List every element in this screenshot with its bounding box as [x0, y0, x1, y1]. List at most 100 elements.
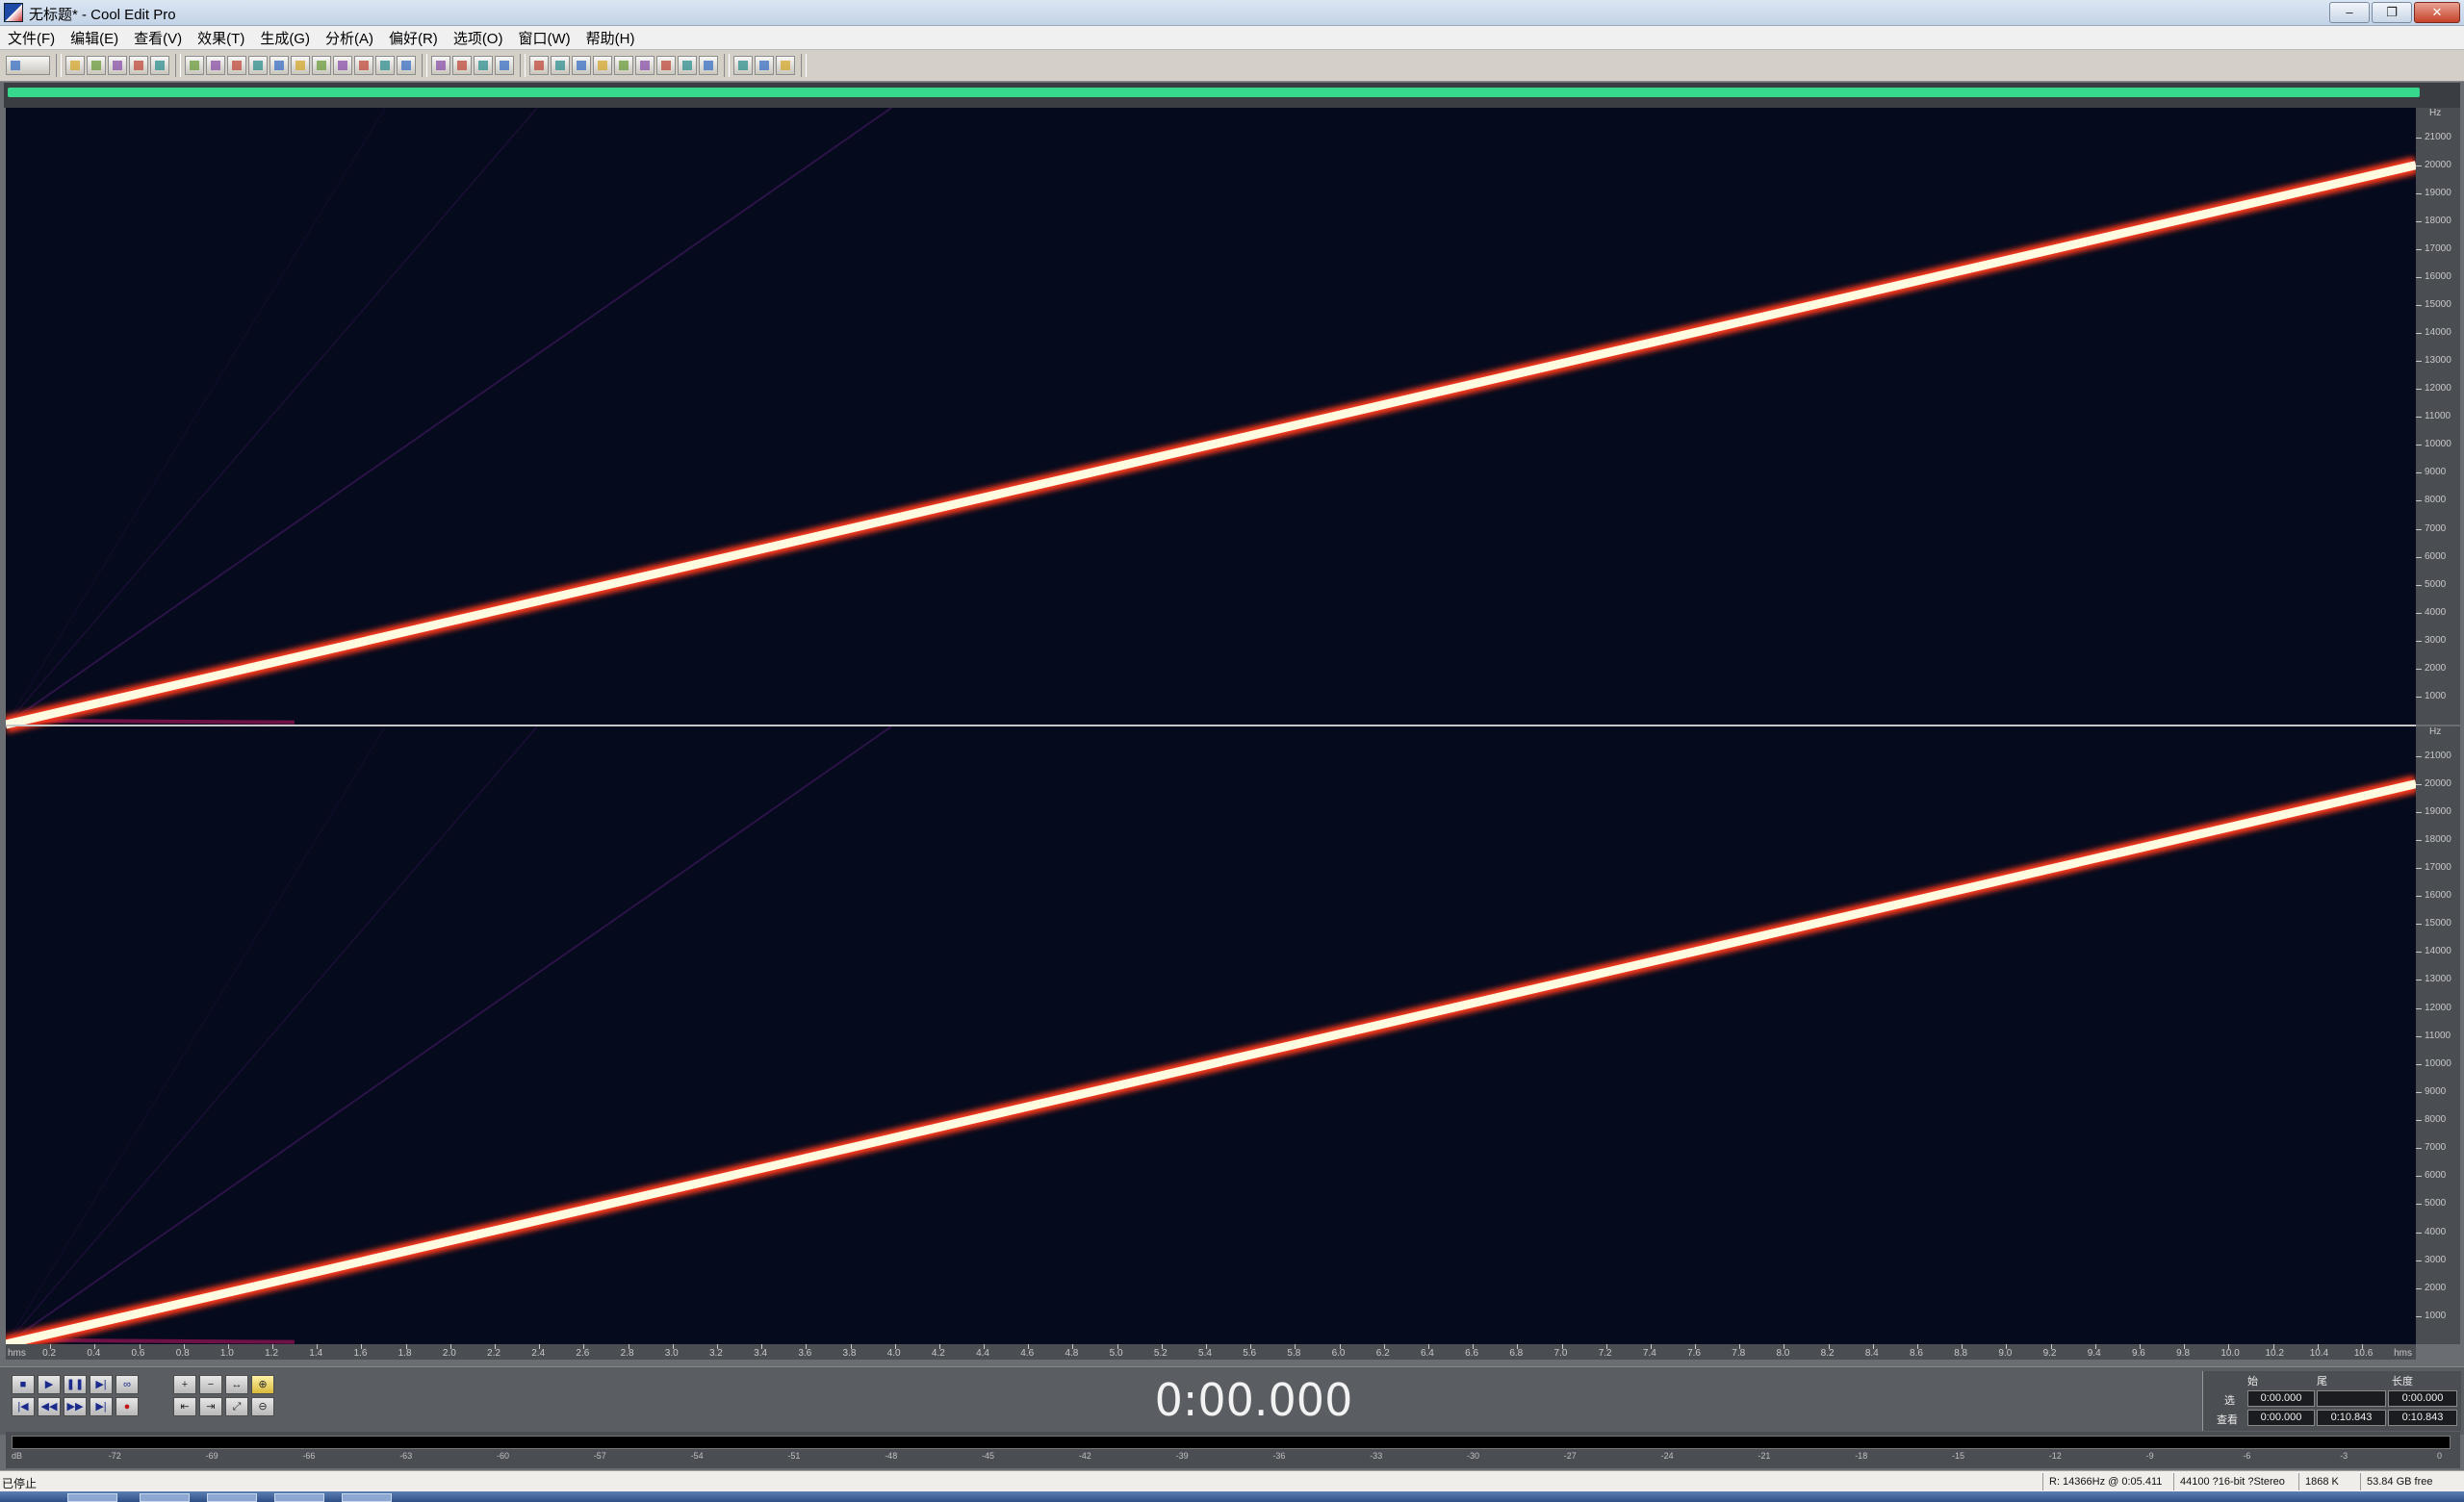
menu-item[interactable]: 编辑(E) [63, 28, 126, 48]
zoom-selection-button[interactable]: ⤢ [225, 1397, 248, 1416]
menu-item[interactable]: 选项(O) [446, 28, 511, 48]
spectral-pitch-icon[interactable] [474, 56, 493, 75]
frequency-analysis-icon[interactable] [656, 56, 676, 75]
waveform-view-icon[interactable] [431, 56, 450, 75]
menu-item[interactable]: 分析(A) [318, 28, 381, 48]
close-button[interactable]: ✕ [2414, 2, 2460, 23]
mix-paste-icon[interactable] [354, 56, 373, 75]
frequency-tick-label: 14000 [2425, 327, 2451, 339]
menu-item[interactable]: 文件(F) [0, 28, 63, 48]
crop-icon[interactable] [397, 56, 416, 75]
view-length-field[interactable]: 0:10.843 [2388, 1410, 2457, 1426]
selection-end-field[interactable] [2317, 1390, 2386, 1407]
menu-item[interactable]: 效果(T) [190, 28, 252, 48]
fast-forward-button[interactable]: ▶▶ [64, 1397, 87, 1416]
copy-new-icon[interactable] [270, 56, 289, 75]
view-begin-field[interactable]: 0:00.000 [2247, 1410, 2315, 1426]
go-to-end-button[interactable]: ▶| [90, 1397, 113, 1416]
frequency-tick: 11000 [2416, 1031, 2460, 1042]
frequency-tick: 13000 [2416, 355, 2460, 367]
play-list-icon[interactable] [593, 56, 612, 75]
zoom-to-right-button[interactable]: ⇥ [199, 1397, 222, 1416]
new-icon[interactable] [65, 56, 85, 75]
pause-button[interactable]: ❚❚ [64, 1375, 87, 1394]
marker-icon[interactable] [551, 56, 570, 75]
selection-begin-field[interactable]: 0:00.000 [2247, 1390, 2315, 1407]
menu-item[interactable]: 偏好(R) [381, 28, 446, 48]
menu-item[interactable]: 窗口(W) [510, 28, 578, 48]
cue-icon[interactable] [572, 56, 591, 75]
paste-new-icon[interactable] [333, 56, 352, 75]
save-icon[interactable] [108, 56, 127, 75]
print-icon[interactable] [150, 56, 169, 75]
meter-scale-label: -21 [1758, 1451, 1771, 1461]
save-as-icon[interactable] [129, 56, 148, 75]
loop-icon[interactable] [614, 56, 633, 75]
undo-icon[interactable] [185, 56, 204, 75]
play-button[interactable]: ▶ [38, 1375, 61, 1394]
zoom-out-horizontal-button[interactable]: − [199, 1375, 222, 1394]
time-tick-label: 3.8 [842, 1348, 857, 1359]
frequency-tick: 21000 [2416, 751, 2460, 762]
frequency-tick: 20000 [2416, 160, 2460, 171]
time-unit-right: hms [2394, 1348, 2412, 1359]
zoom-out-vertical-button[interactable]: ⊖ [251, 1397, 274, 1416]
play-to-end-button[interactable]: ▶| [90, 1375, 113, 1394]
multitrack-icon[interactable] [6, 56, 50, 75]
statistics-icon[interactable] [678, 56, 697, 75]
meter-scale-label: -6 [2243, 1451, 2251, 1461]
taskbar-item[interactable] [67, 1493, 117, 1502]
view-end-field[interactable]: 0:10.843 [2317, 1410, 2386, 1426]
zoom-to-left-button[interactable]: ⇤ [173, 1397, 196, 1416]
harmonic-trace [6, 108, 538, 726]
trim-icon[interactable] [375, 56, 395, 75]
frequency-tick-label: 3000 [2425, 1254, 2447, 1265]
frequency-tick-label: 6000 [2425, 1170, 2447, 1182]
taskbar-item[interactable] [342, 1493, 392, 1502]
loop-button[interactable]: ∞ [116, 1375, 139, 1394]
cd-icon[interactable] [733, 56, 753, 75]
frequency-tick: 9000 [2416, 1086, 2460, 1098]
rewind-button[interactable]: ◀◀ [38, 1397, 61, 1416]
snap-icon[interactable] [529, 56, 549, 75]
taskbar-item[interactable] [274, 1493, 324, 1502]
taskbar-item[interactable] [140, 1493, 190, 1502]
time-ruler[interactable]: hms 0.2 0.4 0.6 0.8 1.0 1.2 1.4 1.6 1.8 2.0 2.2 2.4 2… [6, 1344, 2416, 1360]
effects-icon[interactable] [635, 56, 654, 75]
open-icon[interactable] [87, 56, 106, 75]
overview-strip[interactable] [4, 83, 2460, 108]
repeat-icon[interactable] [227, 56, 246, 75]
toolbar-separator [520, 54, 526, 77]
menu-item[interactable]: 帮助(H) [578, 28, 643, 48]
cut-icon[interactable] [291, 56, 310, 75]
menu-item[interactable]: 查看(V) [126, 28, 190, 48]
copy-icon[interactable] [248, 56, 268, 75]
record-button[interactable]: ● [116, 1397, 139, 1416]
level-icon[interactable] [495, 56, 514, 75]
menu-item[interactable]: 生成(G) [252, 28, 318, 48]
selection-length-field[interactable]: 0:00.000 [2388, 1390, 2457, 1407]
taskbar-item[interactable] [207, 1493, 257, 1502]
go-to-start-button[interactable]: |◀ [12, 1397, 35, 1416]
time-tick-label: 7.6 [1687, 1348, 1701, 1359]
frequency-tick: 10000 [2416, 439, 2460, 450]
redo-icon[interactable] [206, 56, 225, 75]
zoom-in-horizontal-button[interactable]: + [173, 1375, 196, 1394]
status-cursor-info: R: 14366Hz @ 0:05.411 [2042, 1473, 2162, 1490]
spectral-view-icon[interactable] [452, 56, 472, 75]
app-icon[interactable] [4, 3, 23, 22]
zoom-full-button[interactable]: ↔ [225, 1375, 248, 1394]
maximize-button[interactable]: ❐ [2372, 2, 2412, 23]
settings-icon[interactable] [699, 56, 718, 75]
paste-icon[interactable] [312, 56, 331, 75]
minimize-button[interactable]: – [2329, 2, 2370, 23]
frequency-unit: Hz [2429, 726, 2442, 737]
zoom-in-vertical-button[interactable]: ⊕ [251, 1375, 274, 1394]
meter-scale-label: -27 [1563, 1451, 1577, 1461]
script-icon[interactable] [755, 56, 774, 75]
overview-range-bar[interactable] [8, 88, 2420, 97]
help-icon[interactable] [776, 56, 795, 75]
meter-scale-label: -39 [1175, 1451, 1189, 1461]
harmonic-trace [6, 108, 386, 726]
stop-button[interactable]: ■ [12, 1375, 35, 1394]
